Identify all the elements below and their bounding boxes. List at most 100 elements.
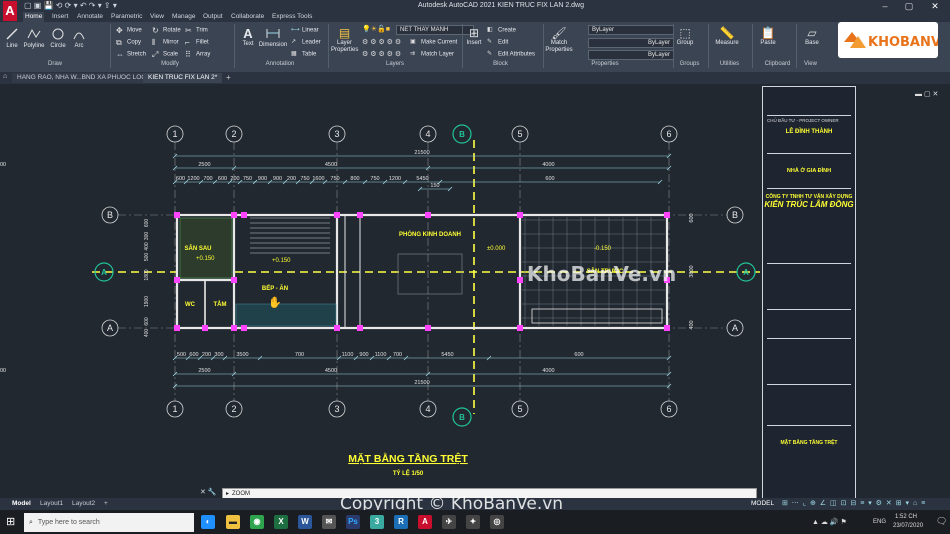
base-button[interactable]: ▱ Base <box>800 26 824 46</box>
text-button[interactable]: A Text <box>238 26 258 47</box>
doc-tab-hang-rao[interactable]: HANG RAO, NHA W...BND XA PHUOC LOC <box>12 73 151 83</box>
tab-parametric[interactable]: Parametric <box>109 12 144 22</box>
leader-button[interactable]: ↗ Leader <box>291 38 321 46</box>
tab-layout2[interactable]: Layout2 <box>68 500 99 507</box>
column-marker <box>231 212 237 218</box>
dim-segments-bottom-label: 4500 <box>325 368 337 374</box>
browser-icon[interactable]: ◉ <box>250 515 264 529</box>
polyline-button[interactable]: Polyline <box>22 27 46 49</box>
array-button[interactable]: ⠿ Array <box>185 50 210 59</box>
copy-button[interactable]: ⧉ Copy <box>116 38 141 47</box>
insert-button[interactable]: ⊞ Insert <box>465 26 483 46</box>
scale-button[interactable]: ⤢ Scale <box>152 50 178 59</box>
tab-annotate[interactable]: Annotate <box>75 12 105 22</box>
app-icon-2[interactable]: ✦ <box>466 515 480 529</box>
autocad-logo-icon[interactable]: A <box>3 1 17 21</box>
utilities-panel-label[interactable]: Utilities <box>712 61 747 67</box>
annotation-panel-label[interactable]: Annotation <box>260 61 300 67</box>
match-layer-button[interactable]: ⇉ Match Layer <box>410 50 454 58</box>
tab-view[interactable]: View <box>148 12 166 22</box>
command-close-icon[interactable]: ✕ 🔧 <box>200 488 217 496</box>
block-panel-label[interactable]: Block <box>488 61 513 67</box>
minimize-icon[interactable]: – <box>874 0 896 12</box>
layer-properties-button[interactable]: ▤ Layer Properties <box>331 26 358 54</box>
clock-time[interactable]: 1:52 CH <box>895 514 917 520</box>
measure-button[interactable]: 📏 Measure <box>712 26 742 46</box>
color-dropdown[interactable]: ByLayer <box>588 25 674 35</box>
quick-access-toolbar[interactable]: ▢ ▣ 💾 ⟲ ⟳ ▾ ↶ ↷ ▾ ⇪ ▾ <box>24 1 117 10</box>
dimension-button[interactable]: Dimension <box>258 26 288 48</box>
stretch-button[interactable]: ⇔ Stretch <box>116 50 146 59</box>
make-current-label: Make Current <box>421 39 458 46</box>
arc-button[interactable]: Arc <box>71 27 87 49</box>
file-explorer-icon[interactable]: ▬ <box>226 515 240 529</box>
maximize-icon[interactable]: ▢ <box>898 0 920 12</box>
layer-state-icons[interactable]: 💡☀🔓■ <box>362 25 390 33</box>
line-button[interactable]: Line <box>3 27 21 49</box>
system-tray-icons[interactable]: ▲ ☁ 🔊 ⚑ <box>812 518 847 526</box>
tab-collaborate[interactable]: Collaborate <box>229 12 266 22</box>
3dsmax-icon[interactable]: 3 <box>370 515 384 529</box>
move-button[interactable]: ✥ Move <box>116 26 142 35</box>
autocad-taskbar-icon[interactable]: A <box>418 515 432 529</box>
clipboard-panel-label[interactable]: Clipboard <box>760 61 795 67</box>
tab-insert[interactable]: Insert <box>50 12 70 22</box>
add-layout-button[interactable]: + <box>100 500 112 507</box>
grid-label: A <box>732 323 738 333</box>
properties-panel-label[interactable]: Properties <box>585 61 625 67</box>
base-view-icon: ▱ <box>807 26 817 40</box>
fillet-button[interactable]: ⌐ Fillet <box>185 38 209 47</box>
linetype-dropdown[interactable]: ByLayer <box>588 38 674 48</box>
tab-model[interactable]: Model <box>8 500 35 507</box>
word-icon[interactable]: W <box>298 515 312 529</box>
layer-tools-icons[interactable]: ⚙ ⚙ ⚙ ⚙ ⚙ <box>362 38 401 46</box>
linear-dim-button[interactable]: ⟷ Linear <box>291 26 319 34</box>
notification-icon[interactable]: 🗨 <box>936 516 947 527</box>
owner-name: LÊ ĐÌNH THÀNH <box>785 129 833 135</box>
status-toggles[interactable]: ⊞ ⋯ ⌞ ⊕ ∠ ◫ ⊡ ⊟ ≡ ▾ ⚙ ✕ ⊞ ▾ ⌂ ≡ <box>782 499 926 507</box>
viewport-controls[interactable]: ▬ ▢ ✕ <box>915 90 938 98</box>
circle-button[interactable]: Circle <box>49 27 67 49</box>
rotate-button[interactable]: ↻ Rotate <box>152 26 181 35</box>
table-button[interactable]: ▦ Table <box>291 50 316 58</box>
edit-block-button[interactable]: ✎ Edit <box>487 38 508 46</box>
layers-panel-label[interactable]: Layers <box>380 61 410 67</box>
array-icon: ⠿ <box>185 50 191 59</box>
lineweight-dropdown[interactable]: ByLayer <box>588 50 674 60</box>
separator <box>673 24 674 68</box>
language-indicator[interactable]: ENG <box>873 519 886 525</box>
mail-icon[interactable]: ✉ <box>322 515 336 529</box>
model-space-toggle[interactable]: MODEL <box>751 500 774 507</box>
photoshop-icon[interactable]: Ps <box>346 515 360 529</box>
app-icon[interactable]: ✈ <box>442 515 456 529</box>
paste-button[interactable]: 📋 Paste <box>758 26 778 46</box>
group-button[interactable]: ⬚ Group <box>675 26 695 46</box>
tab-home[interactable]: Home <box>23 12 45 22</box>
make-current-button[interactable]: ▣ Make Current <box>410 38 457 46</box>
taskbar-search[interactable]: ⌕ Type here to search <box>24 513 194 532</box>
match-properties-button[interactable]: 🖌 Match Properties <box>545 26 573 54</box>
tab-manage[interactable]: Manage <box>170 12 198 22</box>
task-view-icon[interactable]: ◐ <box>201 515 215 529</box>
app-icon-3[interactable]: ◎ <box>490 515 504 529</box>
draw-panel-label[interactable]: Draw <box>30 61 80 67</box>
mirror-button[interactable]: ⫴ Mirror <box>152 38 179 47</box>
doc-tab-kien-truc[interactable]: KIEN TRUC FIX LAN 2* <box>143 73 223 83</box>
trim-button[interactable]: ✂ Trim <box>185 26 208 35</box>
create-block-button[interactable]: ◧ Create <box>487 26 516 34</box>
tab-output[interactable]: Output <box>201 12 225 22</box>
edit-attributes-button[interactable]: ✎ Edit Attributes <box>487 50 535 58</box>
tab-express-tools[interactable]: Express Tools <box>270 12 314 22</box>
view-panel-label[interactable]: View <box>798 61 823 67</box>
clock-date[interactable]: 23/07/2020 <box>893 523 923 529</box>
groups-panel-label[interactable]: Groups <box>677 61 702 67</box>
modify-panel-label[interactable]: Modify <box>150 61 190 67</box>
close-icon[interactable]: ✕ <box>924 0 946 12</box>
excel-icon[interactable]: X <box>274 515 288 529</box>
tab-layout1[interactable]: Layout1 <box>36 500 67 507</box>
revit-icon[interactable]: R <box>394 515 408 529</box>
windows-start-icon[interactable]: ⊞ <box>6 515 15 528</box>
new-tab-button[interactable]: + <box>226 73 231 82</box>
layer-tools-icons-2[interactable]: ⚙ ⚙ ⚙ ⚙ ⚙ <box>362 50 401 58</box>
start-tab-icon[interactable]: ⌂ <box>3 73 7 80</box>
